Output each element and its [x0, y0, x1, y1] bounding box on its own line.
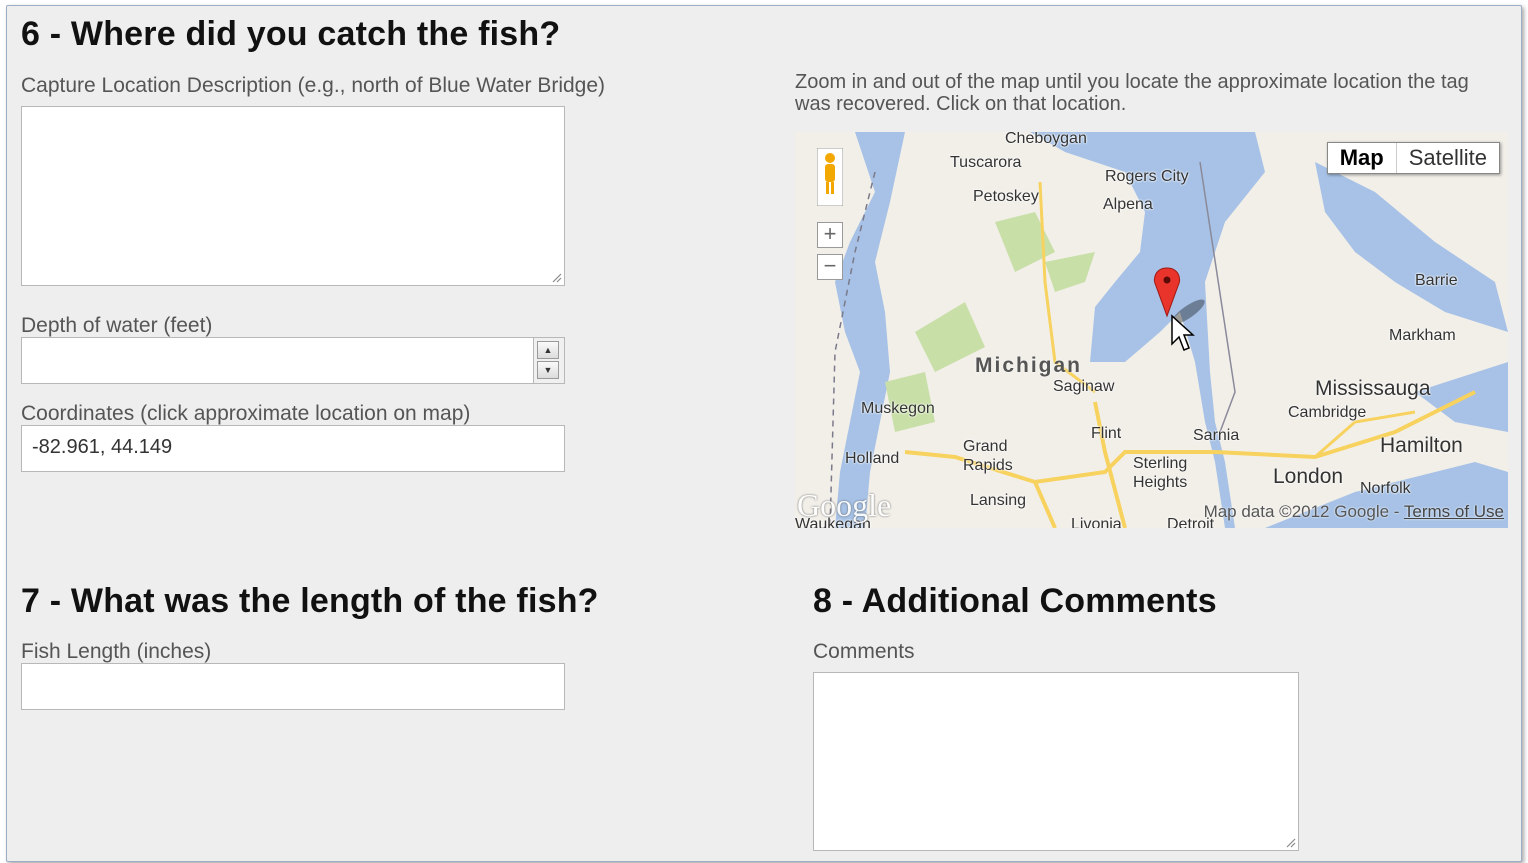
section-7-heading: 7 - What was the length of the fish? [21, 582, 599, 620]
map-city-label: Sarnia [1193, 427, 1240, 444]
map-city-label: Holland [845, 450, 900, 467]
map-city-label: Tuscarora [950, 154, 1022, 171]
fish-length-label: Fish Length (inches) [21, 640, 212, 663]
map-instructions: Zoom in and out of the map until you loc… [795, 71, 1469, 115]
map-city-label: Saginaw [1053, 378, 1115, 395]
google-logo: Google [797, 487, 892, 523]
map-city-label: Cambridge [1288, 404, 1367, 421]
depth-input[interactable]: ▲ ▼ [21, 337, 565, 384]
map-city-label: Lansing [970, 492, 1027, 509]
map-city-label: Rogers City [1105, 168, 1189, 185]
terms-of-use-link[interactable]: Terms of Use [1404, 502, 1504, 521]
map-city-label: Barrie [1415, 272, 1458, 289]
location-description-textarea[interactable] [21, 106, 565, 286]
map-city-label: Flint [1091, 425, 1122, 442]
map-city-label: Norfolk [1360, 480, 1411, 497]
location-description-label: Capture Location Description (e.g., nort… [21, 74, 606, 97]
map-type-control: Map Satellite [1326, 142, 1500, 174]
spinner-down-icon[interactable]: ▼ [537, 361, 559, 379]
map-city-label: Cheboygan [1005, 132, 1087, 147]
map-city-label: Grand Rapids [963, 438, 1013, 474]
map-city-label: Alpena [1103, 196, 1153, 213]
map-type-map-button[interactable]: Map [1328, 143, 1397, 173]
comments-label: Comments [813, 640, 915, 663]
form-panel: 6 - Where did you catch the fish? Captur… [6, 5, 1522, 862]
comments-textarea[interactable] [813, 672, 1299, 851]
map-type-satellite-button[interactable]: Satellite [1397, 143, 1499, 173]
location-marker-icon[interactable] [1150, 264, 1220, 369]
map-city-label: Markham [1389, 327, 1456, 344]
map-copyright-text: Map data ©2012 Google - [1203, 502, 1404, 521]
section-8-heading: 8 - Additional Comments [813, 582, 1217, 620]
map-city-label: Sterling Heights [1133, 455, 1188, 491]
map-city-label: Hamilton [1380, 434, 1463, 457]
section-6-heading: 6 - Where did you catch the fish? [21, 15, 561, 53]
location-map[interactable]: Map Satellite + − Michigan Cheboygan Tus… [795, 132, 1508, 528]
resize-grip-icon[interactable] [550, 271, 562, 283]
coordinates-input[interactable]: -82.961, 44.149 [21, 425, 565, 472]
map-city-label: Livonia [1071, 516, 1122, 528]
coordinates-value: -82.961, 44.149 [32, 436, 173, 458]
map-city-label: London [1273, 465, 1344, 488]
map-label-state: Michigan [975, 354, 1083, 377]
zoom-out-button[interactable]: − [817, 254, 843, 280]
map-city-label: Petoskey [973, 188, 1039, 205]
pegman-icon[interactable] [817, 148, 843, 206]
map-copyright: Map data ©2012 Google - Terms of Use [1204, 502, 1504, 522]
fish-length-input[interactable] [21, 663, 565, 710]
map-city-label: Mississauga [1315, 377, 1431, 400]
coordinates-label: Coordinates (click approximate location … [21, 402, 471, 425]
depth-spinner: ▲ ▼ [533, 338, 564, 383]
resize-grip-icon[interactable] [1284, 836, 1296, 848]
zoom-in-button[interactable]: + [817, 222, 843, 248]
spinner-up-icon[interactable]: ▲ [537, 341, 559, 359]
depth-label: Depth of water (feet) [21, 314, 213, 337]
map-city-label: Muskegon [861, 400, 935, 417]
